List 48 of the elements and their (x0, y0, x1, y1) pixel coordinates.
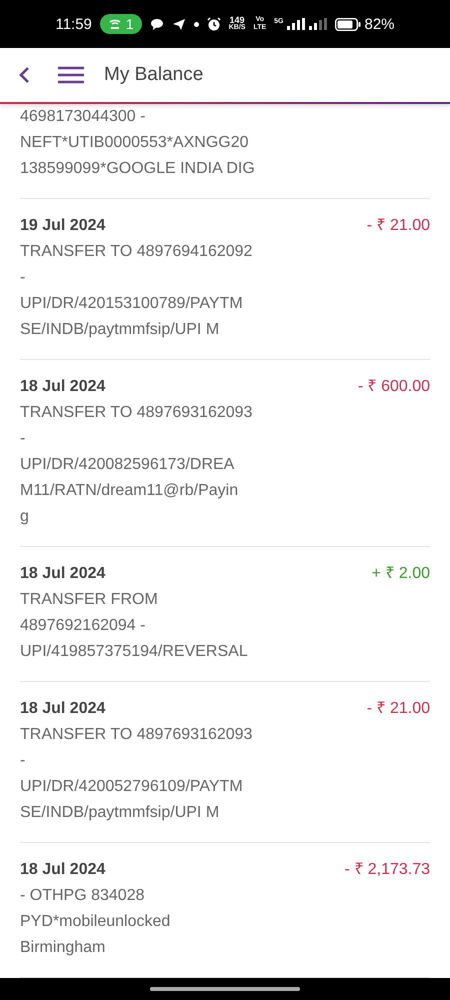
transaction-description: TRANSFER TO 4897693162093 (20, 403, 254, 423)
transaction-date: 18 Jul 2024 (20, 377, 106, 397)
battery-percent: 82% (364, 16, 395, 32)
transaction-amount: - ₹ 600.00 (358, 377, 430, 397)
hotspot-badge: 1 (100, 14, 142, 34)
back-icon (18, 66, 30, 84)
transaction-description: 4698173044300 - (20, 107, 146, 127)
transaction-description: - OTHPG 834028 (20, 886, 146, 906)
signal-icon (287, 18, 306, 30)
home-handle[interactable] (150, 987, 300, 991)
send-icon (172, 18, 186, 30)
transaction-description: UPI/DR/420052796109/PAYTM (20, 777, 244, 797)
transaction-description: SE/INDB/paytmmfsip/UPI M (20, 803, 220, 823)
hotspot-icon (108, 18, 122, 30)
transaction-description: NEFT*UTIB0000553*AXNGG20 (20, 133, 250, 153)
transaction-description: g (20, 507, 30, 527)
transaction-description: 138599099*GOOGLE INDIA DIG (20, 159, 256, 179)
transaction-description: Birmingham (20, 938, 106, 958)
transaction-amount: + ₹ 2.00 (372, 564, 430, 584)
transaction-amount: - ₹ 21.00 (366, 216, 430, 236)
transaction-date: 18 Jul 2024 (20, 860, 106, 880)
transaction-date: 18 Jul 2024 (20, 564, 106, 584)
page-title: My Balance (104, 64, 204, 86)
transaction-date: 18 Jul 2024 (20, 699, 106, 719)
dot-icon (194, 22, 199, 26)
transaction-date: 19 Jul 2024 (20, 216, 106, 236)
transaction-description: UPI/419857375194/REVERSAL (20, 642, 249, 662)
transaction-description: TRANSFER TO 4897694162092 (20, 242, 254, 262)
transaction-amount: - ₹ 2,173.73 (344, 860, 430, 880)
transaction-description: UPI/DR/420153100789/PAYTM (20, 294, 244, 314)
transaction-description: UPI/DR/420082596173/DREA (20, 455, 236, 475)
transaction-description: TRANSFER FROM (20, 590, 159, 610)
speed-value: 149 (230, 16, 245, 24)
transaction-description: M11/RATN/dream11@rb/Payin (20, 481, 240, 501)
transaction-amount: - ₹ 21.00 (366, 699, 430, 719)
alarm-icon (206, 17, 221, 31)
menu-icon (58, 66, 84, 84)
transaction-description: - (20, 429, 26, 449)
chat-icon (150, 18, 164, 30)
clock-time: 11:59 (55, 16, 92, 32)
battery-icon (335, 18, 362, 30)
signal-icon (309, 18, 328, 30)
transaction-description: - (20, 751, 26, 771)
transaction-description: TRANSFER TO 4897693162093 (20, 725, 254, 745)
transaction-description: PYD*mobileunlocked (20, 912, 172, 932)
transaction-description: 4897692162094 - (20, 616, 146, 636)
transaction-description: SE/INDB/paytmmfsip/UPI M (20, 320, 220, 340)
transaction-description: - (20, 268, 26, 288)
